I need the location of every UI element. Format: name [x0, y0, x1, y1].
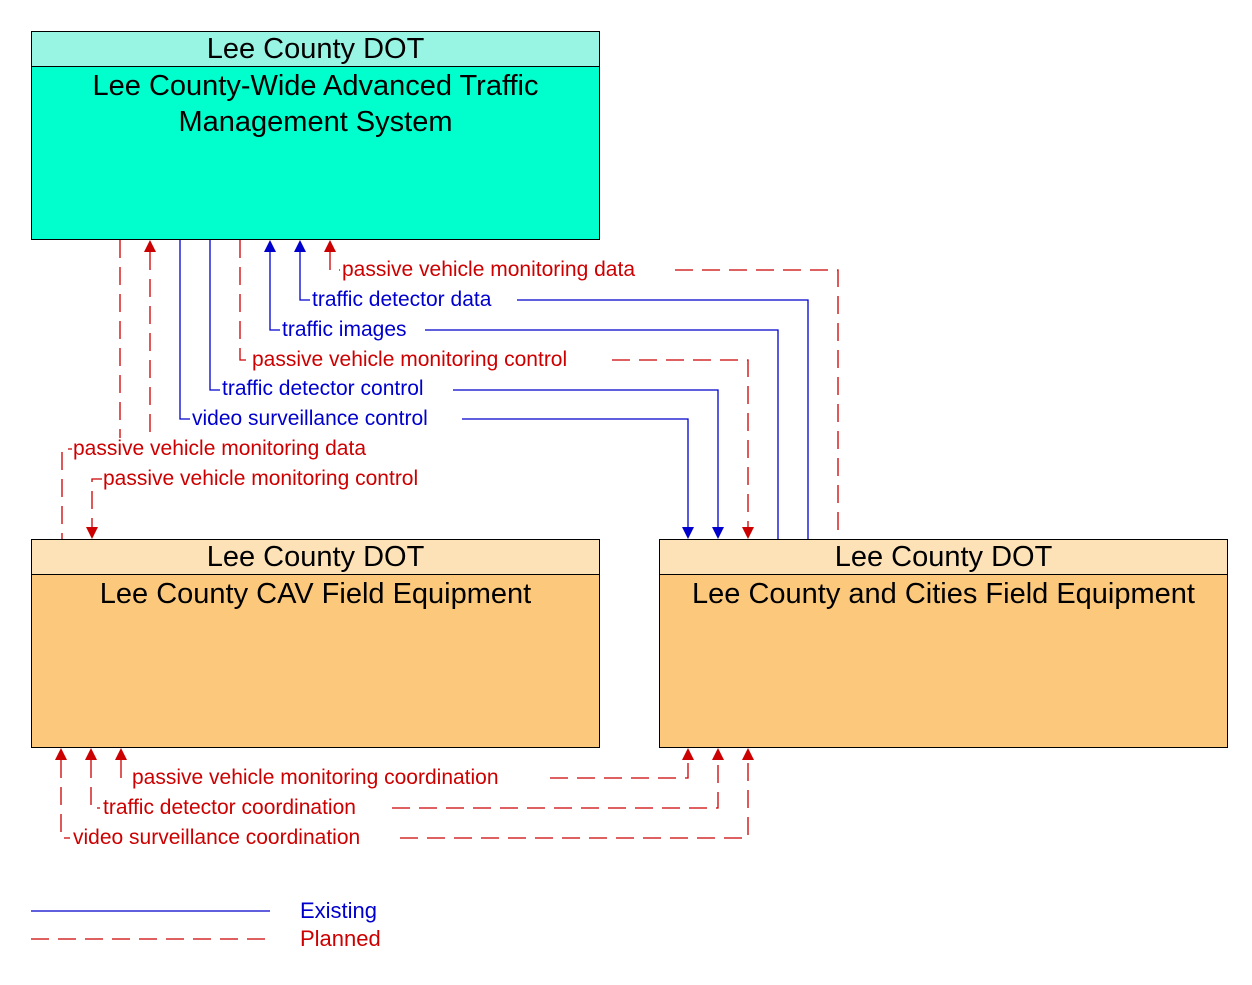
- element-name: Lee County CAV Field Equipment: [99, 578, 532, 610]
- flow-label[interactable]: passive vehicle monitoring control: [251, 349, 569, 371]
- flow-label[interactable]: traffic images: [281, 319, 408, 341]
- flow-line: [612, 359, 749, 527]
- flow-label[interactable]: traffic detector data: [311, 289, 493, 311]
- arrow-down-icon: [682, 527, 694, 539]
- flow-label[interactable]: traffic detector coordination: [102, 797, 357, 819]
- arrow-down-icon: [86, 527, 98, 539]
- arrow-up-icon: [682, 748, 694, 760]
- arrow-up-icon: [55, 748, 67, 760]
- arrow-up-icon: [742, 748, 754, 760]
- flow-label[interactable]: traffic detector control: [221, 378, 425, 400]
- flow-line: [329, 252, 340, 271]
- element-name: Lee County-Wide Advanced Traffic Managem…: [92, 70, 539, 138]
- flow-line: [269, 252, 280, 331]
- flow-line: [60, 760, 70, 839]
- flow-line: [239, 240, 250, 361]
- flow-line: [90, 760, 100, 809]
- element-owner: Lee County DOT: [32, 540, 599, 575]
- flow-line: [120, 760, 130, 779]
- arrow-down-icon: [742, 527, 754, 539]
- element-owner: Lee County DOT: [660, 540, 1227, 575]
- flow-line: [453, 389, 719, 527]
- arrow-up-icon: [264, 240, 276, 252]
- arrow-up-icon: [144, 240, 156, 252]
- flow-label[interactable]: video surveillance control: [191, 408, 429, 430]
- flow-label[interactable]: passive vehicle monitoring control: [102, 468, 420, 490]
- arrow-up-icon: [115, 748, 127, 760]
- flow-line: [209, 240, 220, 391]
- arrow-up-icon: [324, 240, 336, 252]
- element-name: Lee County and Cities Field Equipment: [692, 578, 1195, 610]
- flow-line: [462, 418, 689, 527]
- flow-line: [61, 240, 121, 539]
- arrow-down-icon: [712, 527, 724, 539]
- arrow-up-icon: [712, 748, 724, 760]
- flow-line: [675, 269, 839, 539]
- flow-line: [299, 252, 310, 301]
- legend-planned-label: Planned: [300, 926, 381, 951]
- flow-label[interactable]: passive vehicle monitoring coordination: [131, 767, 500, 789]
- arrow-up-icon: [294, 240, 306, 252]
- flow-label[interactable]: passive vehicle monitoring data: [72, 438, 367, 460]
- arrow-up-icon: [85, 748, 97, 760]
- element-atms[interactable]: Lee County DOT Lee County-Wide Advanced …: [31, 31, 600, 240]
- legend-existing-label: Existing: [300, 898, 378, 923]
- flow-label[interactable]: video surveillance coordination: [72, 827, 362, 849]
- flow-line: [179, 240, 190, 420]
- element-field-equipment[interactable]: Lee County DOT Lee County and Cities Fie…: [659, 539, 1228, 748]
- flow-line: [550, 760, 689, 779]
- element-cav-field-equipment[interactable]: Lee County DOT Lee County CAV Field Equi…: [31, 539, 600, 748]
- flow-label[interactable]: passive vehicle monitoring data: [341, 259, 636, 281]
- element-owner: Lee County DOT: [32, 32, 599, 67]
